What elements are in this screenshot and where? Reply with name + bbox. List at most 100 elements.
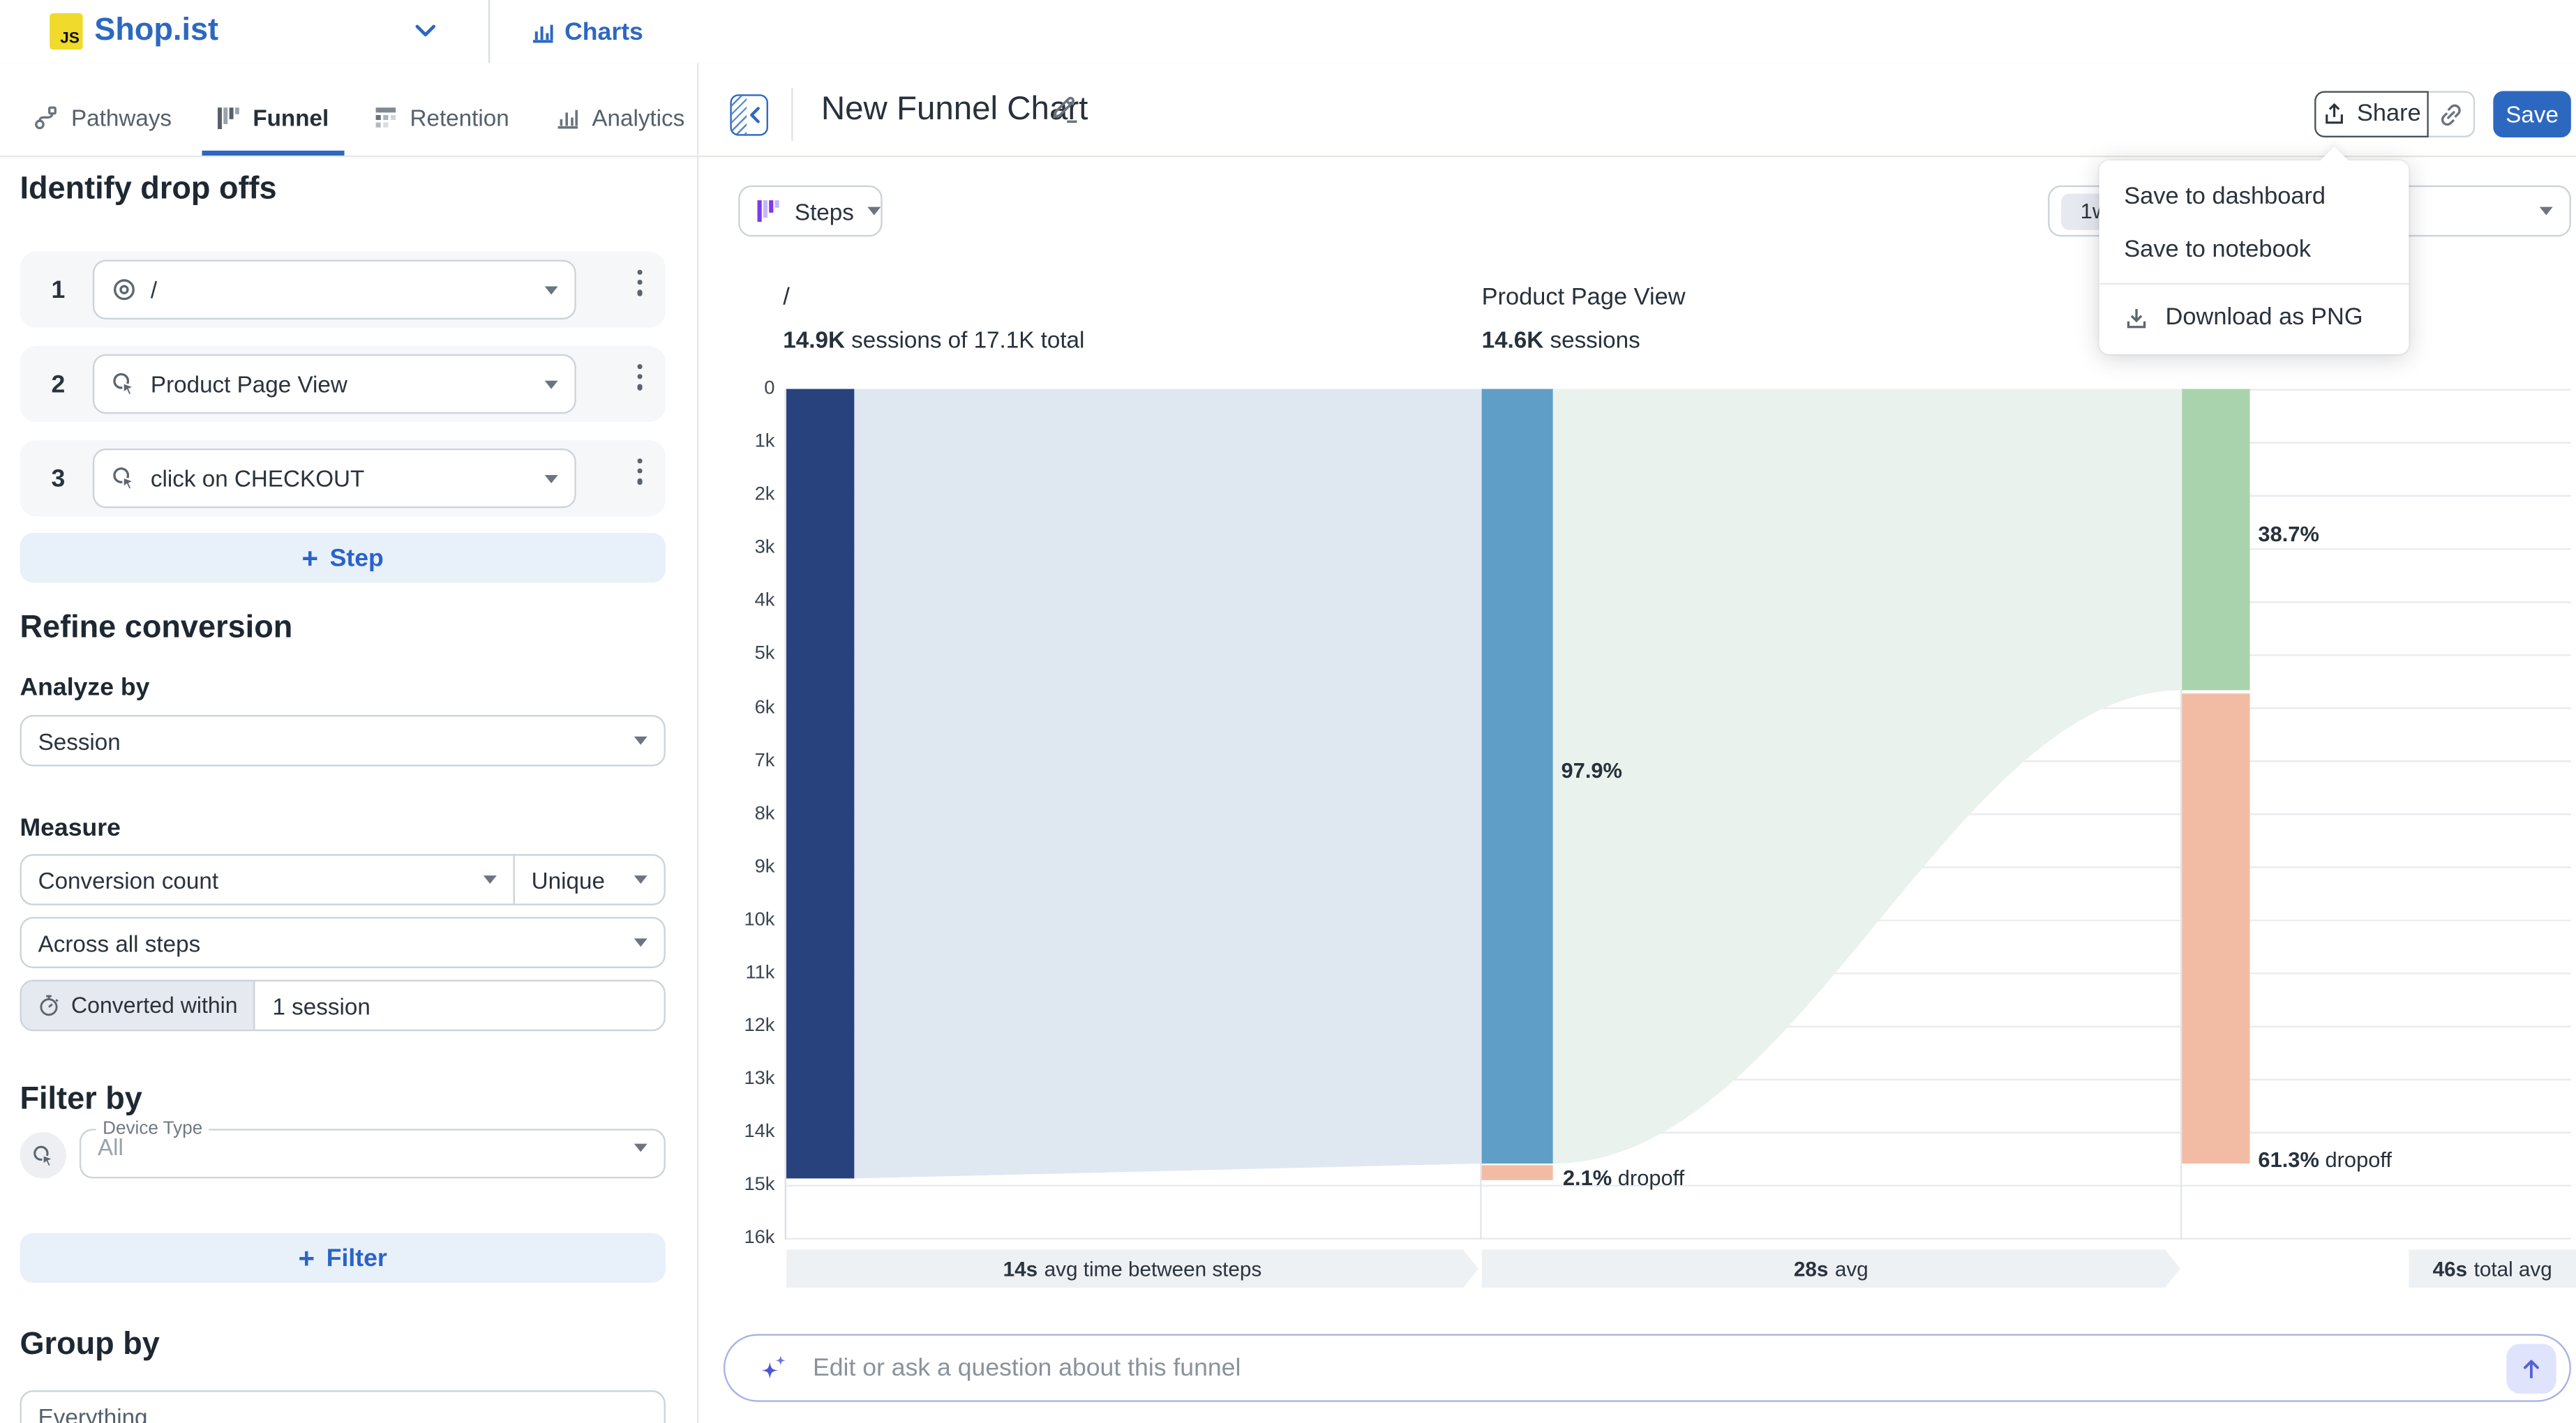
nav-charts[interactable]: Charts bbox=[564, 18, 643, 46]
add-step-button[interactable]: + Step bbox=[20, 533, 665, 582]
project-name[interactable]: Shop.ist bbox=[94, 13, 218, 50]
measure-mode-select[interactable]: Unique bbox=[514, 854, 666, 905]
view-mode-select[interactable]: Steps bbox=[738, 186, 882, 237]
share-menu: Save to dashboard Save to notebook Downl… bbox=[2099, 160, 2409, 354]
pageview-target-icon bbox=[111, 276, 137, 303]
step-1-menu-button[interactable] bbox=[637, 266, 643, 298]
tab-funnel-label: Funnel bbox=[253, 104, 329, 130]
funnel-bar-step2[interactable] bbox=[1482, 389, 1553, 1164]
funnel-bar-step3-dropoff[interactable] bbox=[2182, 693, 2249, 1164]
funnel-col2-value: 14.6K sessions bbox=[1482, 326, 1640, 352]
step-row-1: 1 / bbox=[20, 252, 665, 328]
js-logo-text: JS bbox=[60, 30, 82, 50]
share-label: Share bbox=[2357, 101, 2421, 128]
add-step-label: Step bbox=[330, 543, 384, 571]
converted-within-field[interactable]: Converted within 1 session bbox=[20, 980, 665, 1032]
chevron-down-icon bbox=[634, 938, 647, 947]
y-axis-tick: 12k bbox=[705, 1016, 775, 1036]
share-button[interactable]: Share bbox=[2314, 91, 2429, 137]
edit-title-pencil-icon[interactable] bbox=[1049, 94, 1081, 126]
timing-band-total: 46s total avg bbox=[2409, 1249, 2576, 1288]
link-icon bbox=[2438, 102, 2463, 127]
tab-analytics[interactable]: Analytics bbox=[554, 104, 685, 130]
measure-scope-select[interactable]: Across all steps bbox=[20, 917, 665, 969]
tab-retention[interactable]: Retention bbox=[373, 104, 509, 130]
y-axis-tick: 10k bbox=[705, 910, 775, 930]
view-mode-value: Steps bbox=[795, 198, 854, 225]
page-title: New Funnel Chart bbox=[821, 91, 1088, 130]
y-axis-tick: 3k bbox=[705, 538, 775, 557]
collapse-sidebar-button[interactable] bbox=[730, 94, 768, 135]
analytics-icon bbox=[554, 104, 581, 130]
chevron-down-icon bbox=[634, 875, 647, 884]
retention-icon bbox=[373, 105, 398, 130]
funnel-bar-step1[interactable] bbox=[786, 389, 854, 1179]
group-by-select[interactable]: Everything bbox=[20, 1390, 665, 1423]
timing-text: avg bbox=[1835, 1257, 1869, 1280]
plus-icon: + bbox=[299, 1244, 315, 1272]
add-filter-button[interactable]: + Filter bbox=[20, 1233, 665, 1283]
step-3-menu-button[interactable] bbox=[637, 455, 643, 487]
save-button[interactable]: Save bbox=[2493, 91, 2571, 137]
header-divider bbox=[791, 88, 793, 141]
converted-within-chip: Converted within bbox=[22, 981, 255, 1030]
funnel-steps-icon bbox=[756, 199, 781, 224]
funnel-col1-title: / bbox=[783, 285, 790, 311]
menu-item-save-to-notebook[interactable]: Save to notebook bbox=[2099, 223, 2409, 276]
project-chevron-down-icon[interactable] bbox=[414, 23, 437, 38]
timing-value: 46s bbox=[2433, 1257, 2467, 1280]
tab-pathways-label: Pathways bbox=[71, 104, 172, 130]
ask-input-placeholder[interactable]: Edit or ask a question about this funnel bbox=[813, 1354, 2485, 1382]
filter-device-type-field[interactable]: Device Type All bbox=[80, 1119, 666, 1178]
measure-scope-value: Across all steps bbox=[38, 929, 634, 956]
y-axis-tick: 11k bbox=[705, 963, 775, 983]
step-1-select[interactable]: / bbox=[93, 260, 576, 319]
dropoff-pct: 2.1% bbox=[1563, 1165, 1612, 1190]
chevron-down-icon bbox=[545, 285, 558, 294]
step3-dropoff-label: 61.3% dropoff bbox=[2258, 1147, 2392, 1172]
analyze-by-select[interactable]: Session bbox=[20, 715, 665, 767]
tab-funnel[interactable]: Funnel bbox=[216, 80, 329, 156]
click-event-icon bbox=[31, 1143, 56, 1168]
step-1-value: / bbox=[151, 276, 545, 303]
chevron-left-icon bbox=[748, 105, 761, 123]
sidebar-tabs: Pathways Funnel Retention bbox=[33, 80, 684, 156]
measure-mode-value: Unique bbox=[532, 866, 634, 893]
pathways-icon bbox=[33, 104, 59, 130]
topbar-divider bbox=[488, 0, 490, 63]
converted-within-value[interactable]: 1 session bbox=[254, 992, 389, 1018]
measure-value: Conversion count bbox=[38, 866, 484, 893]
menu-item-save-to-dashboard[interactable]: Save to dashboard bbox=[2099, 170, 2409, 223]
chevron-down-icon bbox=[867, 207, 881, 216]
step-2-menu-button[interactable] bbox=[637, 361, 643, 392]
y-axis-tick: 7k bbox=[705, 751, 775, 771]
step-2-value: Product Page View bbox=[151, 370, 545, 397]
chevron-down-icon bbox=[545, 474, 558, 483]
menu-item-label: Save to dashboard bbox=[2124, 183, 2326, 210]
funnel-col2-title: Product Page View bbox=[1482, 285, 1686, 311]
dropoff-suffix: dropoff bbox=[2319, 1147, 2392, 1172]
y-axis-tick: 4k bbox=[705, 591, 775, 610]
flow-step1-step2 bbox=[854, 389, 1481, 1179]
step-3-value: click on CHECKOUT bbox=[151, 465, 545, 492]
step-3-select[interactable]: click on CHECKOUT bbox=[93, 449, 576, 508]
ai-sparkle-icon bbox=[758, 1351, 791, 1384]
copy-link-button[interactable] bbox=[2427, 91, 2475, 137]
funnel-icon bbox=[216, 105, 241, 130]
send-button[interactable] bbox=[2506, 1343, 2556, 1392]
conversion-pct: 38.7% bbox=[2258, 521, 2319, 546]
measure-select[interactable]: Conversion count bbox=[20, 854, 514, 905]
menu-item-download-png[interactable]: Download as PNG bbox=[2099, 292, 2409, 345]
step-2-select[interactable]: Product Page View bbox=[93, 354, 576, 414]
menu-item-label: Download as PNG bbox=[2166, 305, 2363, 331]
ask-input-bar[interactable]: Edit or ask a question about this funnel bbox=[724, 1334, 2571, 1401]
step-number: 2 bbox=[52, 346, 66, 422]
tab-pathways[interactable]: Pathways bbox=[33, 104, 172, 130]
chevron-down-icon bbox=[545, 380, 558, 389]
filter-type-icon-circle bbox=[20, 1132, 66, 1178]
group-section-title: Group by bbox=[20, 1327, 159, 1364]
funnel-bar-step3-converted[interactable] bbox=[2182, 389, 2249, 691]
funnel-bar-step2-dropoff[interactable] bbox=[1482, 1165, 1553, 1180]
y-axis-tick: 5k bbox=[705, 644, 775, 663]
y-axis-tick: 1k bbox=[705, 432, 775, 451]
